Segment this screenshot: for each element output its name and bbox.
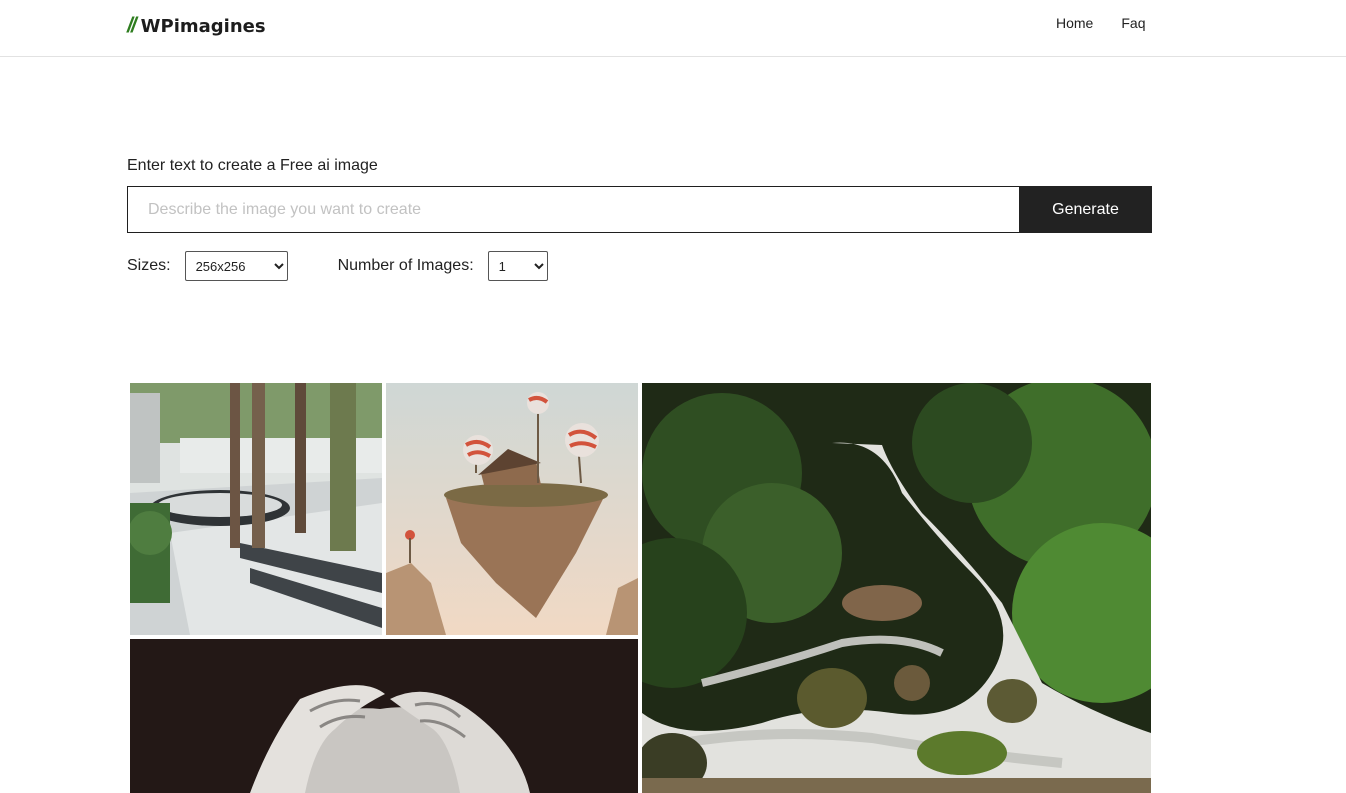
logo-slashes-icon: // (127, 14, 137, 37)
prompt-input[interactable] (127, 186, 1019, 233)
site-logo[interactable]: // WPimagines (127, 13, 266, 39)
nav-home-link[interactable]: Home (1056, 15, 1093, 31)
logo-text: WPimagines (140, 15, 266, 37)
site-header: // WPimagines Home Faq (0, 0, 1346, 57)
gallery-image-floating-island[interactable] (386, 383, 638, 635)
nav-faq-link[interactable]: Faq (1121, 15, 1145, 31)
gallery-image-courtyard[interactable] (130, 383, 382, 635)
main-nav: Home Faq (1056, 15, 1173, 31)
sizes-label: Sizes: (127, 257, 171, 274)
prompt-label: Enter text to create a Free ai image (127, 157, 378, 174)
generation-options: Sizes: 256x256 Number of Images: 1 (127, 251, 548, 281)
number-of-images-label: Number of Images: (337, 257, 474, 274)
image-gallery (130, 383, 1151, 793)
gallery-image-forest-stream[interactable] (642, 383, 1151, 793)
size-select[interactable]: 256x256 (184, 251, 288, 281)
gallery-image-hands[interactable] (130, 639, 638, 793)
number-of-images-select[interactable]: 1 (487, 251, 548, 281)
prompt-form: Generate (127, 186, 1152, 233)
generate-button[interactable]: Generate (1019, 186, 1152, 233)
